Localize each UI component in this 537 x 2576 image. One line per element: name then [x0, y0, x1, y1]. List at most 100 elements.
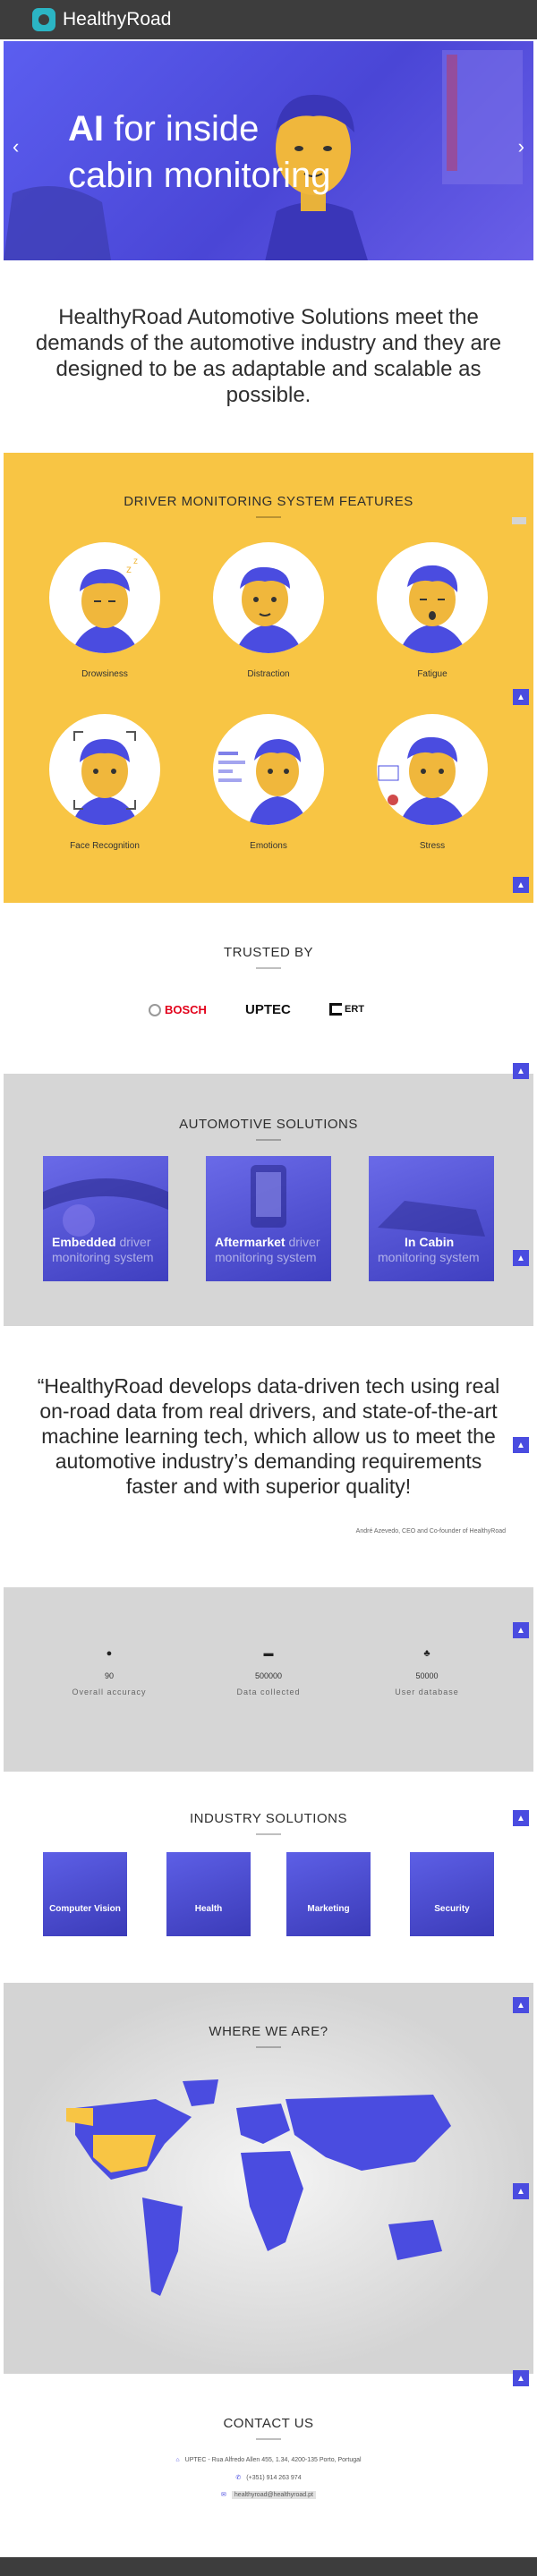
auto-card-rest: driver: [115, 1235, 151, 1249]
world-map[interactable]: [57, 2072, 478, 2323]
scroll-top-button[interactable]: ▲: [513, 1063, 529, 1079]
industry-card-computer-vision[interactable]: Computer Vision: [43, 1852, 127, 1936]
phone-icon: ✆: [235, 2475, 242, 2481]
hero-window-shape: [442, 50, 523, 184]
scroll-top-button[interactable]: ▲: [513, 877, 529, 893]
feature-distraction[interactable]: Distraction: [210, 542, 327, 679]
stress-icon: [377, 714, 488, 825]
mail-icon: ✉: [221, 2492, 226, 2498]
stat-value: 500000: [254, 1671, 283, 1680]
face-recognition-icon: [49, 714, 160, 825]
stats-section: ● 90 Overall accuracy ▬ 500000 Data coll…: [4, 1587, 533, 1772]
feature-label: Face Recognition: [70, 841, 140, 851]
scroll-top-button[interactable]: ▲: [513, 1997, 529, 2013]
auto-card-embedded[interactable]: Embedded driver monitoring system: [43, 1156, 168, 1281]
auto-card-line2: monitoring system: [378, 1250, 480, 1264]
auto-card-line2: monitoring system: [52, 1250, 154, 1264]
auto-card-rest: driver: [285, 1235, 320, 1249]
auto-card-bold: Embedded: [52, 1235, 116, 1249]
ert-logo-icon: [329, 1003, 342, 1016]
scroll-top-button[interactable]: ▲: [513, 2183, 529, 2199]
footer-bar: [0, 2557, 537, 2576]
contact-phone: ✆ (+351) 914 263 974: [0, 2474, 537, 2481]
svg-text:z: z: [133, 557, 138, 566]
feature-drowsiness[interactable]: z z Drowsiness: [47, 542, 163, 679]
industry-card-label: Computer Vision: [49, 1904, 121, 1914]
hero-title-line2: cabin monitoring: [68, 156, 331, 195]
feature-fatigue[interactable]: Fatigue: [374, 542, 490, 679]
quote-author: André Azevedo, CEO and Co-founder of Hea…: [355, 1528, 506, 1535]
auto-card-aftermarket[interactable]: Aftermarket driver monitoring system: [206, 1156, 331, 1281]
stat-label: Data collected: [236, 1688, 301, 1696]
logo-icon[interactable]: [32, 8, 55, 31]
carousel-prev-arrow-icon[interactable]: ‹: [13, 135, 19, 158]
distraction-icon: [213, 542, 324, 653]
stat-data: ▬ 500000 Data collected: [201, 1648, 336, 1696]
feature-label: Stress: [419, 841, 446, 851]
industry-card-marketing[interactable]: Marketing: [286, 1852, 371, 1936]
scroll-top-button[interactable]: ▲: [513, 2370, 529, 2386]
feature-label: Drowsiness: [81, 669, 128, 679]
where-title: WHERE WE ARE?: [4, 2024, 533, 2048]
contact-email: ✉ healthyroad@healthyroad.pt: [0, 2491, 537, 2499]
features-section: DRIVER MONITORING SYSTEM FEATURES z z Dr…: [4, 453, 533, 903]
feature-label: Fatigue: [417, 669, 448, 679]
contact-email-link[interactable]: healthyroad@healthyroad.pt: [231, 2491, 316, 2499]
features-side-tab: [512, 517, 526, 524]
top-navbar: HealthyRoad: [0, 0, 537, 39]
scroll-top-button[interactable]: ▲: [513, 1250, 529, 1266]
home-icon: ⌂: [175, 2457, 180, 2463]
hero-title-bold: AI: [68, 109, 104, 149]
fatigue-icon: [377, 542, 488, 653]
industry-card-health[interactable]: Health: [166, 1852, 251, 1936]
scroll-top-button[interactable]: ▲: [513, 1437, 529, 1453]
stat-users: ♣ 50000 User database: [360, 1648, 494, 1696]
bosch-logo-icon: [149, 1003, 161, 1016]
stat-value: 50000: [415, 1671, 439, 1680]
hero-carousel: AI for inside cabin monitoring ‹ ›: [4, 41, 533, 260]
intro-text: HealthyRoad Automotive Solutions meet th…: [35, 305, 502, 407]
scroll-top-button[interactable]: ▲: [513, 1622, 529, 1638]
emotions-icon: [213, 714, 324, 825]
automotive-section: AUTOMOTIVE SOLUTIONS Embedded driver moni…: [4, 1074, 533, 1326]
contact-phone-text[interactable]: (+351) 914 263 974: [246, 2475, 301, 2481]
automotive-title: AUTOMOTIVE SOLUTIONS: [4, 1117, 533, 1141]
hero-title-rest: for inside: [104, 109, 260, 149]
stat-label: User database: [395, 1688, 459, 1696]
uptec-logo: UPTEC: [245, 1002, 291, 1017]
ert-logo: ERT: [329, 1003, 364, 1016]
scroll-top-button[interactable]: ▲: [513, 689, 529, 705]
bosch-logo-text: BOSCH: [165, 1003, 207, 1016]
feature-emotions[interactable]: Emotions: [210, 714, 327, 851]
contact-address: ⌂ UPTEC - Rua Alfredo Allen 455, 1.34, 42…: [0, 2457, 537, 2463]
auto-card-bold: In Cabin: [405, 1235, 455, 1249]
brand-name[interactable]: HealthyRoad: [63, 9, 171, 30]
industry-card-label: Marketing: [307, 1904, 350, 1914]
drowsiness-icon: z z: [49, 542, 160, 653]
trusted-title: TRUSTED BY: [0, 945, 537, 969]
feature-stress[interactable]: Stress: [374, 714, 490, 851]
contact-title: CONTACT US: [0, 2416, 537, 2440]
auto-card-text: Embedded driver monitoring system: [52, 1235, 154, 1265]
database-icon: ▬: [263, 1648, 274, 1659]
stat-accuracy: ● 90 Overall accuracy: [42, 1648, 176, 1696]
auto-card-text: In Cabin monitoring system: [378, 1235, 480, 1265]
auto-card-in-cabin[interactable]: In Cabin monitoring system: [369, 1156, 494, 1281]
stat-label: Overall accuracy: [72, 1688, 147, 1696]
feature-label: Distraction: [247, 669, 290, 679]
hero-title: AI for inside cabin monitoring: [68, 106, 331, 199]
quote-text: “HealthyRoad develops data-driven tech u…: [37, 1374, 500, 1498]
ert-logo-text: ERT: [345, 1004, 364, 1015]
industry-card-label: Health: [194, 1904, 223, 1914]
industry-title: INDUSTRY SOLUTIONS: [0, 1811, 537, 1835]
bosch-logo: BOSCH: [149, 1003, 207, 1016]
feature-label: Emotions: [250, 841, 287, 851]
stat-value: 90: [104, 1671, 114, 1680]
features-title: DRIVER MONITORING SYSTEM FEATURES: [4, 494, 533, 518]
target-icon: ●: [106, 1648, 113, 1659]
carousel-next-arrow-icon[interactable]: ›: [518, 135, 524, 158]
industry-card-security[interactable]: Security: [410, 1852, 494, 1936]
scroll-top-button[interactable]: ▲: [513, 1810, 529, 1826]
auto-card-text: Aftermarket driver monitoring system: [215, 1235, 320, 1265]
feature-face-recognition[interactable]: Face Recognition: [47, 714, 163, 851]
